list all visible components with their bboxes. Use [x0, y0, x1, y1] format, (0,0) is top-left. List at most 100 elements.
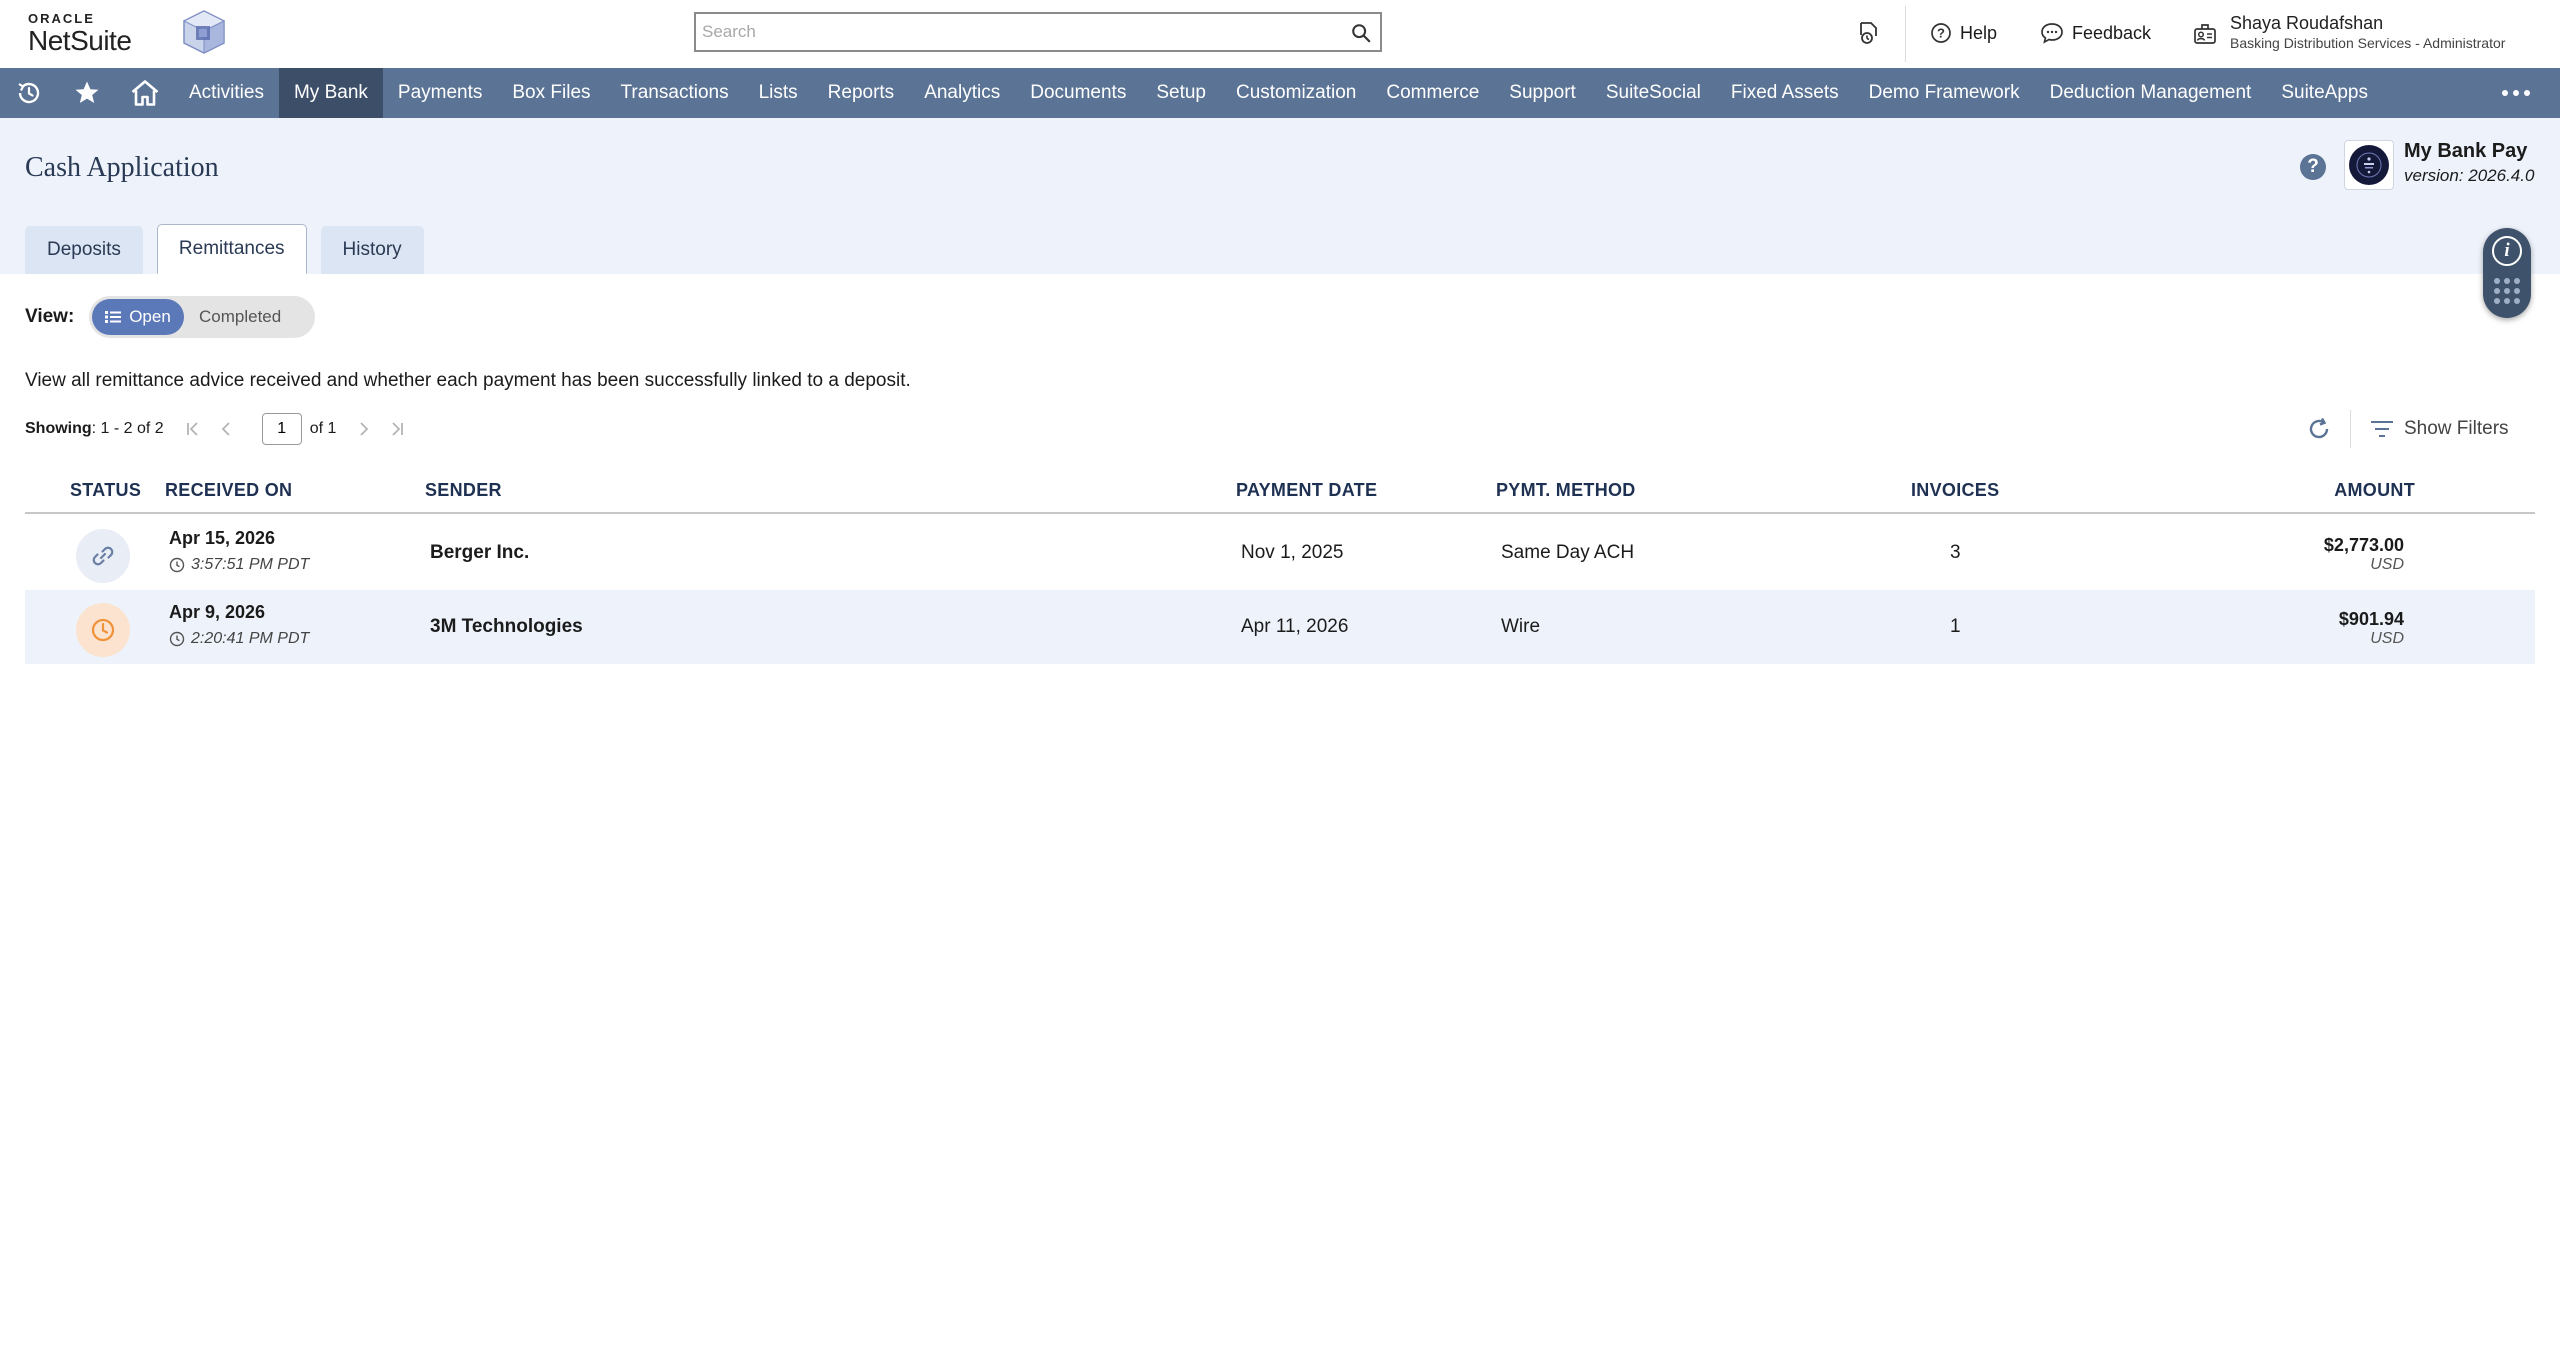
nav-lists[interactable]: Lists: [744, 68, 813, 118]
filter-lines-icon: [2371, 421, 2393, 437]
prev-page-button[interactable]: [214, 417, 238, 441]
tab-history[interactable]: History: [320, 226, 424, 274]
col-sender[interactable]: SENDER: [425, 480, 502, 501]
table-row[interactable]: Apr 9, 2026 2:20:41 PM PDT 3M Technologi…: [25, 590, 2535, 664]
nav-home[interactable]: [116, 68, 174, 118]
amount-currency: USD: [2370, 630, 2404, 647]
nav-transactions[interactable]: Transactions: [606, 68, 744, 118]
nav-commerce[interactable]: Commerce: [1371, 68, 1494, 118]
list-icon: [105, 311, 122, 323]
help-button[interactable]: ? Help: [1930, 20, 1997, 46]
nav-demo-framework[interactable]: Demo Framework: [1854, 68, 2035, 118]
star-icon: [75, 81, 99, 103]
last-page-button[interactable]: [384, 417, 408, 441]
global-search[interactable]: [694, 12, 1382, 52]
page-count-label: of 1: [309, 420, 337, 437]
nav-support[interactable]: Support: [1494, 68, 1591, 118]
status-pending: [76, 603, 130, 657]
user-menu[interactable]: Shaya Roudafshan Basking Distribution Se…: [2192, 12, 2505, 52]
page-help-icon[interactable]: ?: [2300, 154, 2326, 180]
nav-reports[interactable]: Reports: [813, 68, 910, 118]
page-number-input[interactable]: [261, 413, 302, 445]
show-filters-button[interactable]: Show Filters: [2370, 416, 2509, 442]
page-tabs: Deposits Remittances History: [25, 224, 424, 274]
received-time: 2:20:41 PM PDT: [169, 630, 309, 648]
last-page-icon: [392, 422, 404, 436]
invoice-count: 3: [1950, 542, 1961, 563]
col-payment-date[interactable]: PAYMENT DATE: [1236, 480, 1377, 501]
col-invoices[interactable]: INVOICES: [1911, 480, 1999, 501]
table-header: STATUS RECEIVED ON SENDER PAYMENT DATE P…: [25, 472, 2535, 514]
nav-customization[interactable]: Customization: [1221, 68, 1371, 118]
received-date: Apr 9, 2026: [169, 602, 266, 622]
user-role: Basking Distribution Services - Administ…: [2230, 35, 2506, 51]
roles-icon: [2194, 24, 2216, 44]
pagination: Showing : 1 - 2 of 2 of 1: [25, 412, 408, 446]
col-received-on[interactable]: RECEIVED ON: [165, 480, 292, 501]
nav-setup[interactable]: Setup: [1141, 68, 1221, 118]
main-navigation: Activities My Bank Payments Box Files Tr…: [0, 68, 2560, 118]
nav-documents[interactable]: Documents: [1015, 68, 1141, 118]
nav-my-bank[interactable]: My Bank: [278, 68, 383, 118]
recent-records-icon[interactable]: [1855, 20, 1881, 46]
page-title: Cash Application: [25, 152, 219, 183]
nav-activities[interactable]: Activities: [174, 68, 279, 118]
next-page-button[interactable]: [352, 417, 376, 441]
refresh-icon[interactable]: [2306, 416, 2332, 442]
first-page-button[interactable]: [182, 417, 206, 441]
nav-fixed-assets[interactable]: Fixed Assets: [1716, 68, 1854, 118]
feedback-button[interactable]: Feedback: [2040, 20, 2151, 46]
col-pymt-method[interactable]: PYMT. METHOD: [1496, 480, 1636, 501]
table-row[interactable]: Apr 15, 2026 3:57:51 PM PDT Berger Inc. …: [25, 516, 2535, 590]
view-completed-option[interactable]: Completed: [199, 296, 281, 338]
header-divider: [1905, 6, 1906, 62]
view-open-option[interactable]: Open: [92, 299, 184, 335]
netsuite-logo[interactable]: ORACLE NetSuite: [28, 11, 132, 56]
payment-method: Wire: [1501, 616, 1541, 637]
tab-remittances[interactable]: Remittances: [156, 224, 307, 274]
amount-value: $2,773.00: [2323, 535, 2404, 555]
info-icon[interactable]: i: [2492, 236, 2522, 266]
col-status[interactable]: STATUS: [70, 480, 141, 501]
app-version: version: 2026.4.0: [2404, 166, 2535, 185]
floating-assistant-widget[interactable]: i: [2483, 228, 2531, 318]
nav-suiteapps[interactable]: SuiteApps: [2266, 68, 2383, 118]
showing-label: Showing: [25, 420, 92, 437]
payment-date: Nov 1, 2025: [1241, 542, 1344, 563]
amount: $2,773.00 USD: [2324, 534, 2404, 574]
user-name: Shaya Roudafshan: [2230, 13, 2384, 33]
received-date: Apr 15, 2026: [169, 528, 276, 548]
view-label: View:: [25, 306, 75, 327]
sender: Berger Inc.: [430, 542, 530, 563]
amount: $901.94 USD: [2339, 608, 2404, 648]
nav-box-files[interactable]: Box Files: [497, 68, 605, 118]
page-header: Cash Application ? My Bank Pay version: …: [0, 118, 2560, 274]
chevron-right-icon: [360, 422, 369, 436]
search-input[interactable]: [696, 14, 1380, 50]
nav-suitesocial[interactable]: SuiteSocial: [1591, 68, 1716, 118]
nav-payments[interactable]: Payments: [383, 68, 497, 118]
payment-date: Apr 11, 2026: [1241, 616, 1349, 637]
oracle-wordmark: ORACLE: [28, 11, 95, 26]
search-icon[interactable]: [1350, 22, 1372, 44]
nav-recent[interactable]: [0, 68, 58, 118]
chat-bubble-icon: [2041, 23, 2063, 44]
nav-more-ellipsis-icon[interactable]: [2502, 68, 2530, 118]
tab-deposits[interactable]: Deposits: [25, 226, 143, 274]
col-amount[interactable]: AMOUNT: [2334, 480, 2415, 501]
svg-text:?: ?: [1937, 26, 1945, 41]
app-logo: [2344, 140, 2394, 190]
view-toggle: Open Completed: [89, 296, 315, 338]
nav-deduction-management[interactable]: Deduction Management: [2035, 68, 2267, 118]
clock-icon: [169, 631, 185, 647]
chevron-left-icon: [221, 422, 230, 436]
pending-clock-icon: [91, 618, 115, 642]
view-open-label: Open: [129, 307, 171, 326]
help-label: Help: [1960, 22, 1998, 43]
nav-favorites[interactable]: [58, 68, 116, 118]
drag-handle-icon[interactable]: [2494, 278, 2520, 304]
nav-analytics[interactable]: Analytics: [909, 68, 1015, 118]
company-cube-logo-icon: [182, 10, 226, 54]
received-time-text: 2:20:41 PM PDT: [191, 630, 310, 647]
payment-method: Same Day ACH: [1501, 542, 1635, 563]
